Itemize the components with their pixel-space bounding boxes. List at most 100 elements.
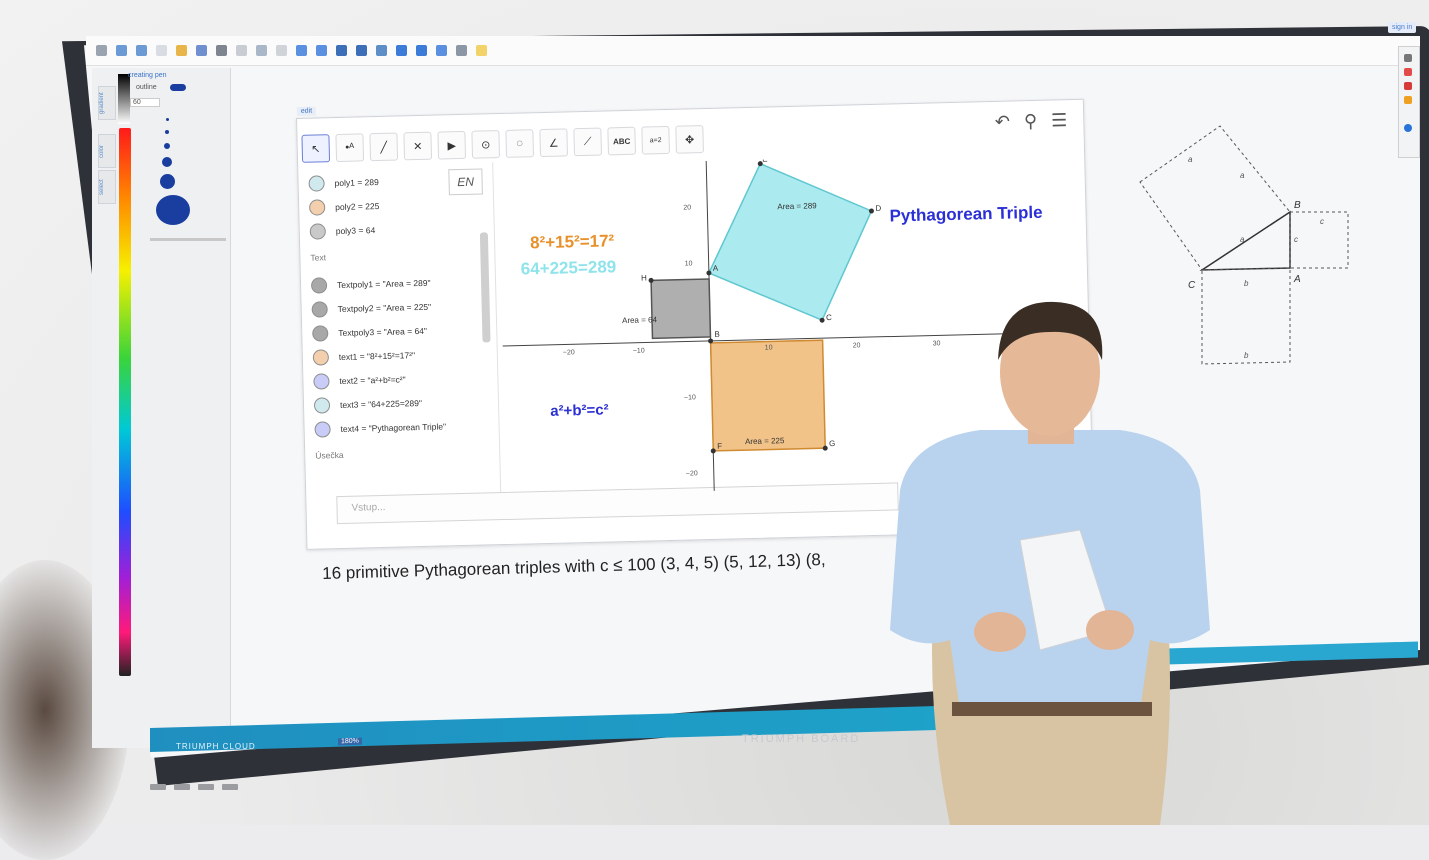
y-tick-neg10: −10 bbox=[684, 394, 696, 401]
visibility-toggle[interactable] bbox=[311, 301, 328, 318]
color-dot-icon[interactable] bbox=[1404, 124, 1412, 132]
algebra-row[interactable]: Textpoly2 = "Area = 225" bbox=[311, 296, 431, 321]
area-64-label: Area = 64 bbox=[622, 315, 658, 325]
copy-icon[interactable] bbox=[276, 45, 287, 56]
input-mode-icon[interactable]: EN bbox=[448, 168, 483, 196]
cloud-label[interactable]: TRIUMPH CLOUD bbox=[176, 742, 256, 751]
pen-size-field[interactable]: 60 bbox=[130, 98, 160, 107]
equation-cyan[interactable]: 64+225=289 bbox=[521, 257, 617, 279]
algebra-row[interactable]: Textpoly3 = "Area = 64" bbox=[312, 320, 427, 345]
note-icon[interactable] bbox=[476, 45, 487, 56]
undo-icon[interactable]: ↶ bbox=[995, 112, 1011, 133]
move-view-tool-icon[interactable]: ✥ bbox=[675, 125, 704, 154]
usb-port bbox=[174, 784, 190, 790]
color-spectrum-picker[interactable] bbox=[119, 128, 131, 676]
circle-tool-icon[interactable]: ⊙ bbox=[471, 130, 501, 159]
tab-select[interactable]: select bbox=[98, 170, 116, 204]
algebra-row[interactable]: poly2 = 225 bbox=[309, 195, 380, 219]
undo-icon[interactable] bbox=[116, 45, 127, 56]
visibility-toggle[interactable] bbox=[313, 373, 330, 390]
perpendicular-tool-icon[interactable]: ✕ bbox=[403, 131, 433, 161]
square-225[interactable] bbox=[709, 339, 826, 452]
visibility-toggle[interactable] bbox=[309, 223, 326, 240]
algebra-row[interactable]: text2 = "a²+b²=c²" bbox=[313, 368, 406, 392]
visibility-toggle[interactable] bbox=[308, 175, 325, 192]
menu-icon[interactable] bbox=[96, 45, 107, 56]
x-tick-neg20: −20 bbox=[563, 349, 575, 356]
pen-size-5[interactable] bbox=[160, 174, 175, 189]
square-64[interactable] bbox=[650, 278, 712, 340]
redo-icon[interactable] bbox=[136, 45, 147, 56]
pen-size-4[interactable] bbox=[162, 157, 172, 167]
forward-icon[interactable] bbox=[316, 45, 327, 56]
visibility-toggle[interactable] bbox=[312, 349, 330, 366]
screen-icon[interactable] bbox=[456, 45, 467, 56]
hamburger-icon[interactable]: ☰ bbox=[1051, 110, 1068, 131]
square-289[interactable] bbox=[706, 161, 874, 323]
line-tool-icon[interactable]: ╱ bbox=[369, 132, 399, 162]
save-icon[interactable] bbox=[196, 45, 207, 56]
cut-icon[interactable] bbox=[236, 45, 247, 56]
pen-title: creating pen bbox=[128, 72, 167, 79]
y-tick-neg20: −20 bbox=[686, 470, 698, 477]
angle-tool-icon[interactable]: ∠ bbox=[539, 128, 569, 158]
visibility-toggle[interactable] bbox=[314, 421, 331, 438]
equation-orange[interactable]: 8²+15²=17² bbox=[530, 231, 615, 253]
equation-blue[interactable]: a²+b²=c² bbox=[550, 401, 609, 419]
pen-size-6[interactable] bbox=[156, 195, 190, 225]
outline-checkbox-label[interactable]: outline bbox=[136, 84, 157, 91]
group-segment[interactable]: Úsečka bbox=[315, 450, 344, 461]
chart-icon[interactable] bbox=[356, 45, 367, 56]
pen-size-2[interactable] bbox=[165, 130, 169, 134]
polygon-tool-icon[interactable]: ▶ bbox=[437, 130, 467, 160]
zoom-select[interactable]: 180% bbox=[338, 737, 362, 746]
visibility-toggle[interactable] bbox=[313, 397, 331, 414]
algebra-row[interactable]: text3 = "64+225=289" bbox=[313, 392, 422, 417]
algebra-row[interactable]: Textpoly1 = "Area = 289" bbox=[310, 272, 431, 297]
move-tool-icon[interactable]: ↖ bbox=[301, 134, 331, 163]
conic-tool-icon[interactable]: ◌ bbox=[505, 129, 535, 158]
sketch-side-c2: c bbox=[1320, 217, 1324, 226]
edit-tab[interactable]: edit bbox=[296, 106, 317, 116]
panel-icon[interactable] bbox=[336, 45, 347, 56]
new-page-icon[interactable] bbox=[156, 45, 167, 56]
search-icon[interactable] bbox=[416, 45, 427, 56]
tab-color[interactable]: color bbox=[98, 134, 116, 168]
group-text[interactable]: Text bbox=[310, 252, 326, 262]
print-icon[interactable] bbox=[216, 45, 227, 56]
tab-gradient[interactable]: gradient bbox=[98, 86, 116, 120]
slider-tool[interactable]: a=2 bbox=[641, 125, 670, 155]
pen-size-3[interactable] bbox=[164, 143, 170, 149]
reflect-tool-icon[interactable]: ⟋ bbox=[573, 127, 603, 157]
algebra-label: Textpoly2 = "Area = 225" bbox=[337, 301, 432, 315]
visibility-toggle[interactable] bbox=[312, 325, 329, 342]
camera-icon[interactable] bbox=[436, 45, 447, 56]
open-folder-icon[interactable] bbox=[176, 45, 187, 56]
pen-size-1[interactable] bbox=[166, 118, 169, 121]
algebra-scrollbar[interactable] bbox=[479, 232, 491, 343]
visibility-toggle[interactable] bbox=[309, 199, 326, 216]
sign-in-button[interactable]: sign in bbox=[1388, 22, 1417, 33]
back-icon[interactable] bbox=[296, 45, 307, 56]
zoom-icon[interactable] bbox=[256, 45, 267, 56]
algebra-row[interactable]: poly3 = 64 bbox=[309, 219, 376, 243]
algebra-row[interactable]: text4 = "Pythagorean Triple" bbox=[314, 415, 446, 440]
globe-icon[interactable] bbox=[396, 45, 407, 56]
text-tool[interactable]: ABC bbox=[607, 126, 636, 156]
grayscale-picker[interactable] bbox=[118, 74, 130, 124]
visibility-toggle[interactable] bbox=[310, 277, 328, 294]
sketch-label-a: A bbox=[1293, 274, 1301, 285]
opacity-slider[interactable] bbox=[150, 238, 226, 241]
highlighter-icon[interactable] bbox=[1404, 96, 1412, 104]
y-tick-20: 20 bbox=[683, 204, 691, 211]
search-icon[interactable]: ⚲ bbox=[1024, 111, 1038, 132]
outline-color-swatch[interactable] bbox=[170, 84, 186, 91]
marker-red-icon[interactable] bbox=[1404, 68, 1412, 76]
pen-tool-icon[interactable] bbox=[1404, 54, 1412, 62]
algebra-row[interactable]: text1 = "8²+15²=17²" bbox=[312, 344, 416, 368]
image-icon[interactable] bbox=[376, 45, 387, 56]
point-tool-icon[interactable]: •ᴬ bbox=[335, 133, 365, 163]
algebra-row[interactable]: poly1 = 289 bbox=[308, 171, 379, 195]
pythagorean-triple-label[interactable]: Pythagorean Triple bbox=[889, 203, 1042, 227]
marker-icon[interactable] bbox=[1404, 82, 1412, 90]
